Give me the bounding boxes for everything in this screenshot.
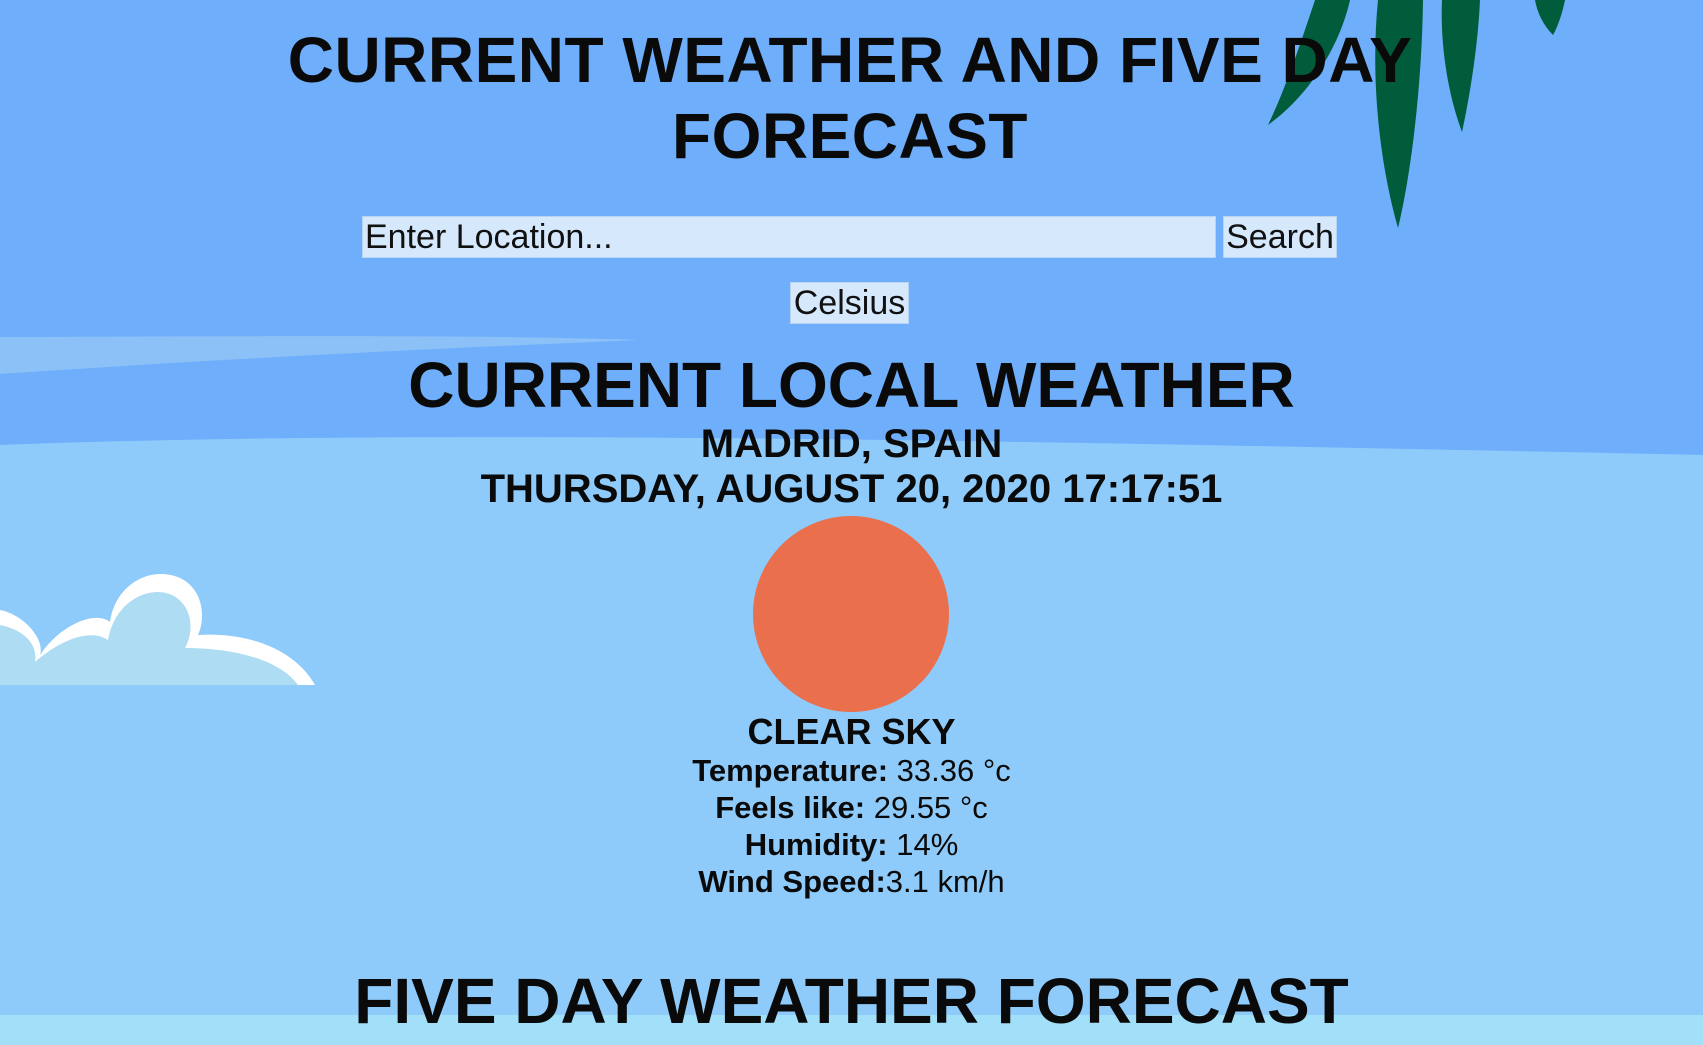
- forecast-heading: FIVE DAY WEATHER FORECAST: [354, 965, 1349, 1037]
- humidity-value: 14%: [887, 827, 959, 862]
- wind-speed-value: 3.1 km/h: [885, 864, 1005, 899]
- wind-speed-stat: Wind Speed:3.1 km/h: [0, 863, 1703, 900]
- weather-condition: CLEAR SKY: [747, 711, 956, 752]
- local-datetime: THURSDAY, AUGUST 20, 2020 17:17:51: [480, 467, 1223, 511]
- search-bar: Search: [362, 216, 1337, 258]
- current-weather-heading: CURRENT LOCAL WEATHER: [408, 349, 1295, 421]
- location-search-input[interactable]: [362, 216, 1216, 258]
- feels-like-stat: Feels like: 29.55 °c: [0, 789, 1703, 826]
- feels-like-value: 29.55 °c: [865, 790, 988, 825]
- temperature-value: 33.36 °c: [888, 753, 1011, 788]
- sun-icon: [753, 516, 949, 712]
- page-title: CURRENT WEATHER AND FIVE DAY FORECAST: [287, 24, 1413, 172]
- wind-speed-label: Wind Speed:: [698, 864, 886, 899]
- page-content: CURRENT WEATHER AND FIVE DAY FORECAST Se…: [0, 0, 1703, 1045]
- temperature-label: Temperature:: [692, 753, 889, 788]
- weather-stats: Temperature: 33.36 °c Feels like: 29.55 …: [0, 752, 1703, 900]
- search-button[interactable]: Search: [1223, 216, 1337, 258]
- humidity-label: Humidity:: [744, 827, 888, 862]
- celsius-toggle-button[interactable]: Celsius: [790, 282, 909, 324]
- location-name: MADRID, SPAIN: [700, 422, 1003, 466]
- temperature-stat: Temperature: 33.36 °c: [0, 752, 1703, 789]
- feels-like-label: Feels like:: [715, 790, 866, 825]
- humidity-stat: Humidity: 14%: [0, 826, 1703, 863]
